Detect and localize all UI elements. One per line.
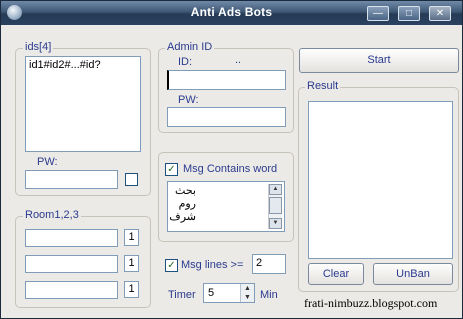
footer-url: frati-nimbuzz.blogspot.com <box>304 296 438 310</box>
start-button[interactable]: Start <box>299 48 459 73</box>
room-count-3[interactable]: 1 <box>124 281 139 298</box>
spinner-arrows-icon[interactable]: ▲ ▼ <box>240 284 254 302</box>
scroll-thumb[interactable] <box>269 197 282 214</box>
word-item: بحث <box>175 185 196 197</box>
msg-word-checkbox-label[interactable]: Msg Contains word <box>181 163 280 175</box>
room-field-1[interactable] <box>25 229 118 247</box>
word-item: شرف <box>169 211 196 223</box>
admin-pw-label: PW: <box>178 94 199 106</box>
words-listbox[interactable]: بحث روم شرف ▲ ▼ <box>167 181 285 232</box>
scroll-down-icon[interactable]: ▼ <box>269 218 282 229</box>
app-window: Anti Ads Bots — □ ✕ ids[4] id1#id2#...#i… <box>0 0 463 319</box>
admin-id-label: ID: <box>178 56 193 68</box>
timer-spinner[interactable]: 5 ▲ ▼ <box>203 283 255 303</box>
ids-group-label: ids[4] <box>23 41 54 53</box>
ids-pw-label: PW: <box>37 156 58 168</box>
admin-id-field[interactable] <box>167 70 286 90</box>
words-scrollbar[interactable]: ▲ ▼ <box>268 184 282 229</box>
close-button[interactable]: ✕ <box>429 6 451 21</box>
title-bar[interactable]: Anti Ads Bots — □ ✕ <box>1 1 462 25</box>
admin-pw-field[interactable] <box>167 107 286 127</box>
ids-pw-field[interactable] <box>25 170 118 189</box>
ids-textarea[interactable]: id1#id2#...#id? <box>25 56 141 152</box>
admin-id-dots: .. <box>235 54 242 66</box>
ids-pw-checkbox[interactable] <box>125 173 138 186</box>
timer-unit-label: Min <box>260 289 278 301</box>
result-group-label: Result <box>305 80 341 92</box>
window-title: Anti Ads Bots <box>190 5 273 19</box>
timer-label: Timer <box>168 289 196 301</box>
scroll-up-icon[interactable]: ▲ <box>269 184 282 195</box>
word-item: روم <box>178 198 196 210</box>
minimize-button[interactable]: — <box>367 6 389 21</box>
timer-value: 5 <box>208 287 215 299</box>
room-field-3[interactable] <box>25 281 118 299</box>
room-group-label: Room1,2,3 <box>23 209 81 221</box>
room-field-2[interactable] <box>25 255 118 273</box>
msg-lines-field[interactable]: 2 <box>252 254 286 274</box>
maximize-button[interactable]: □ <box>398 6 420 21</box>
clear-button[interactable]: Clear <box>308 263 364 285</box>
admin-id-group-label: Admin ID <box>165 41 215 53</box>
room-count-2[interactable]: 1 <box>124 255 139 272</box>
result-box[interactable] <box>308 101 453 259</box>
msg-lines-checkbox[interactable]: ✓ <box>165 259 178 272</box>
room-count-1[interactable]: 1 <box>124 229 139 246</box>
msg-word-checkbox[interactable]: ✓ <box>165 163 178 176</box>
msg-lines-label[interactable]: Msg lines >= <box>181 259 243 271</box>
unban-button[interactable]: UnBan <box>373 263 453 285</box>
